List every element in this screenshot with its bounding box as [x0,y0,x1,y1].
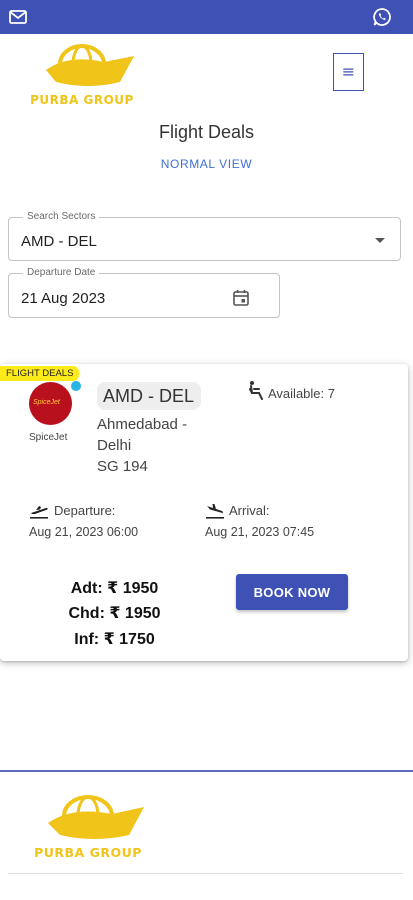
flight-number: SG 194 [97,458,148,475]
departure-time: Aug 21, 2023 06:00 [29,525,139,539]
book-now-button[interactable]: BOOK NOW [236,574,348,610]
search-sectors-select[interactable]: Search Sectors AMD - DEL [8,211,401,261]
departure-date-value: 21 Aug 2023 [21,290,106,307]
arrival-time: Aug 21, 2023 07:45 [205,525,315,539]
hamburger-menu-icon: ≡ [341,62,356,81]
airline-name: SpiceJet [29,432,68,443]
sector-chip: AMD - DEL [97,382,201,410]
flight-takeoff-icon [30,506,48,519]
normal-view-link[interactable]: NORMAL VIEW [0,157,413,171]
logo-emblem [46,44,134,86]
mail-icon[interactable] [9,10,27,24]
route-text: Ahmedabad - Delhi [97,416,188,454]
top-contact-bar [0,0,413,34]
seat-icon [249,381,263,400]
airline-logo: SpiceJet [29,382,72,425]
purba-group-logo[interactable]: PURBA GROUP [8,44,156,108]
flight-land-icon [206,504,224,519]
status-dot [71,381,81,391]
search-sectors-value: AMD - DEL [21,233,97,250]
fare-adult: Adt: ₹ 1950 [70,580,159,597]
airline-logo-text: SpiceJet [33,399,60,406]
page-title: Flight Deals [158,122,255,142]
departure-label: Departure: [54,503,116,518]
logo-text: PURBA GROUP [30,93,134,107]
calendar-icon[interactable] [232,289,250,307]
footer-divider [8,873,403,874]
site-header: PURBA GROUP ≡ [0,34,413,114]
search-sectors-label: Search Sectors [23,211,100,222]
fare-infant: Inf: ₹ 1750 [74,631,155,648]
footer-purba-group-logo[interactable]: PURBA GROUP [8,795,168,861]
menu-button[interactable]: ≡ [333,53,364,91]
arrival-label: Arrival: [229,503,270,518]
whatsapp-icon[interactable] [372,7,392,27]
fare-child: Chd: ₹ 1950 [68,605,161,622]
chevron-down-icon [375,238,385,243]
seats-available: Available: 7 [268,386,335,401]
footer-logo-text: PURBA GROUP [34,845,142,860]
footer-divider-line [0,770,413,772]
departure-date-label: Departure Date [23,267,100,278]
departure-date-field[interactable]: Departure Date 21 Aug 2023 [8,267,280,318]
footer-logo-emblem [48,795,144,839]
flight-deals-tag: FLIGHT DEALS [0,366,80,381]
